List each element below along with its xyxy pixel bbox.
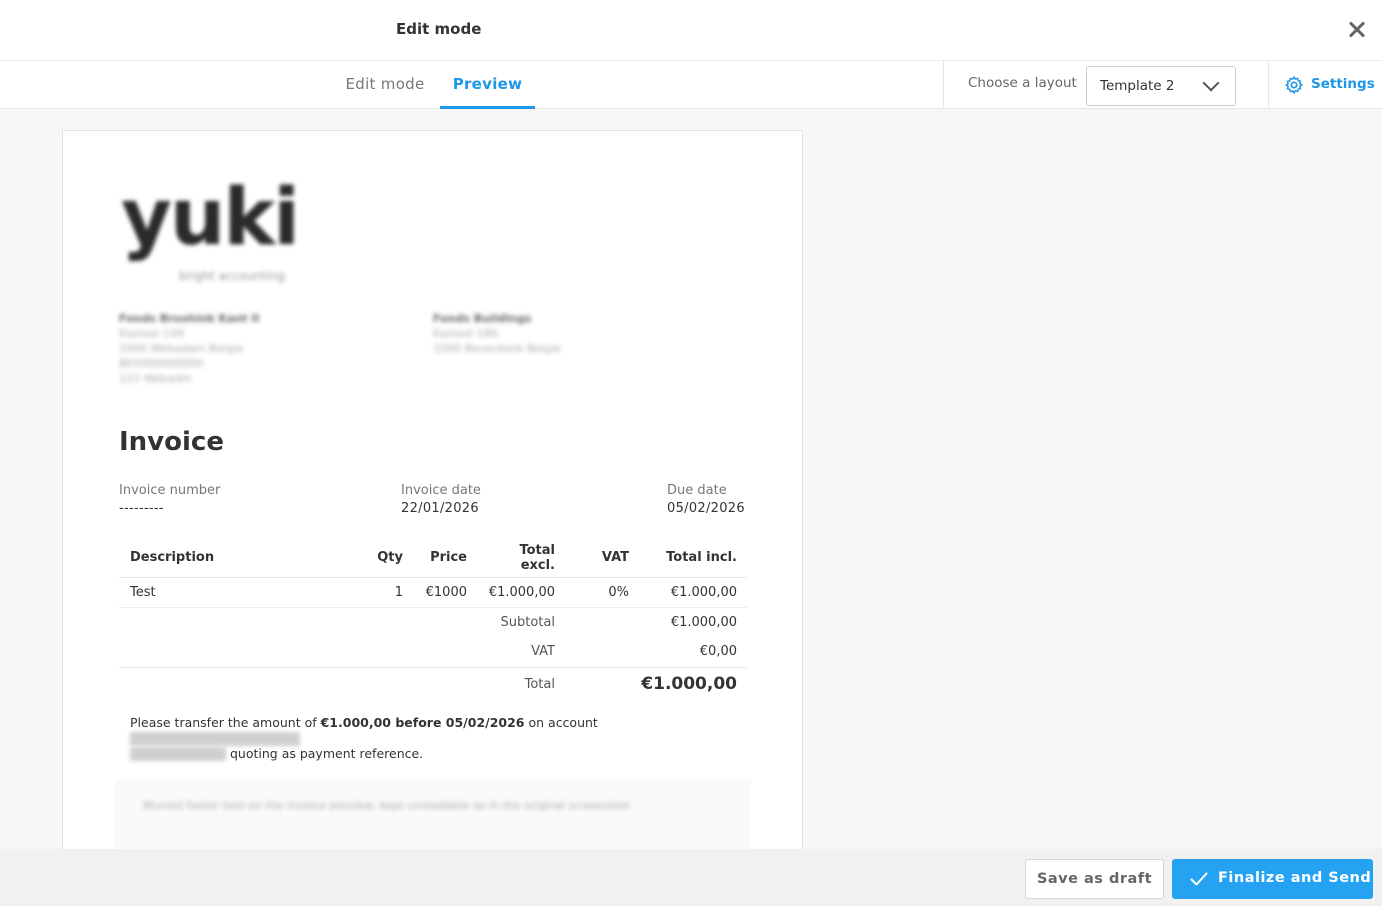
company-logo: yuki bright accounting: [121, 173, 311, 291]
tab-bar: Edit mode Preview Choose a layout Templa…: [0, 61, 1382, 109]
cell-total-incl: €1.000,00: [639, 577, 747, 608]
line-items-table: Description Qty Price Total excl. VAT To…: [119, 539, 747, 701]
redacted-account: [130, 731, 300, 746]
tab-preview[interactable]: Preview: [440, 61, 535, 109]
meta-value: 05/02/2026: [667, 501, 745, 516]
total-row: Total €1.000,00: [119, 667, 747, 701]
redacted-reference: [130, 747, 226, 761]
cell-description: Test: [119, 577, 355, 608]
vat-row: VAT €0,00: [119, 637, 747, 668]
table-row: Test 1 €1000 €1.000,00 0% €1.000,00: [119, 577, 747, 608]
column-header: Total excl.: [477, 539, 565, 578]
action-bar: Save as draft Finalize and Send: [0, 849, 1382, 906]
cell-price: €1000: [413, 577, 477, 608]
divider: [943, 61, 944, 109]
finalize-send-button[interactable]: Finalize and Send: [1172, 859, 1373, 899]
cell-total-excl: €1.000,00: [477, 577, 565, 608]
divider: [1268, 61, 1269, 109]
column-header: VAT: [565, 539, 639, 578]
vat-label: VAT: [119, 637, 565, 668]
meta-label: Invoice number: [119, 483, 221, 498]
check-icon: [1190, 872, 1208, 886]
settings-label: Settings: [1311, 76, 1375, 92]
layout-select-value: Template 2: [1100, 78, 1175, 94]
payment-suffix: quoting as payment reference.: [229, 745, 424, 761]
gear-icon: [1285, 76, 1303, 94]
top-bar: Edit mode: [0, 0, 1382, 61]
invoice-date: Invoice date 22/01/2026: [401, 483, 481, 516]
cell-vat: 0%: [565, 577, 639, 608]
tab-edit-mode[interactable]: Edit mode: [338, 61, 432, 109]
sender-line: 1000 Webadam Belgie: [119, 342, 244, 355]
subtotal-value: €1.000,00: [670, 614, 737, 630]
close-icon[interactable]: [1344, 16, 1370, 42]
meta-value: 22/01/2026: [401, 501, 479, 516]
column-header: Description: [119, 539, 355, 578]
column-header: Price: [413, 539, 477, 578]
sender-address: Fonds Brushink Kant II Kasteel 148 1000 …: [119, 311, 260, 386]
payment-amount-due: €1.000,00 before 05/02/2026: [320, 715, 525, 730]
logo-tagline: bright accounting: [179, 269, 285, 283]
column-header: Qty: [355, 539, 413, 578]
finalize-send-label: Finalize and Send: [1218, 870, 1372, 886]
recipient-line: 1000 Beverdonk Belgie: [433, 342, 562, 355]
subtotal-label: Subtotal: [500, 614, 555, 630]
column-header: Total incl.: [639, 539, 747, 578]
due-date: Due date 05/02/2026: [667, 483, 745, 516]
subtotal-row: Subtotal €1.000,00: [119, 607, 747, 637]
recipient-line: Kasteel 186: [433, 327, 498, 340]
total-label: Total: [524, 676, 555, 692]
cell-qty: 1: [355, 577, 413, 608]
layout-select[interactable]: Template 2: [1086, 66, 1236, 106]
payment-middle: on account: [528, 715, 598, 730]
page-title: Edit mode: [396, 20, 482, 38]
payment-prefix: Please transfer the amount of: [130, 715, 317, 730]
recipient-name: Fonds Buildings: [433, 312, 532, 325]
sender-line: BE0000000000: [119, 357, 204, 370]
layout-label: Choose a layout: [968, 75, 1077, 91]
sender-line: 123 Webadm: [119, 372, 192, 385]
sender-line: Kasteel 148: [119, 327, 184, 340]
meta-label: Due date: [667, 483, 727, 498]
total-value: €1.000,00: [641, 674, 737, 695]
footer-note-text: Blurred footer text on the invoice previ…: [143, 799, 633, 812]
save-draft-button[interactable]: Save as draft: [1025, 859, 1164, 899]
payment-instructions: Please transfer the amount of €1.000,00 …: [130, 715, 740, 761]
recipient-address: Fonds Buildings Kasteel 186 1000 Beverdo…: [433, 311, 561, 356]
sender-name: Fonds Brushink Kant II: [119, 312, 260, 325]
logo-text: yuki: [121, 173, 300, 263]
chevron-down-icon: [1202, 74, 1220, 92]
invoice-preview: yuki bright accounting Fonds Brushink Ka…: [62, 130, 803, 890]
table-header: Description Qty Price Total excl. VAT To…: [119, 539, 747, 578]
meta-label: Invoice date: [401, 483, 481, 498]
meta-value: ---------: [119, 501, 164, 516]
invoice-number: Invoice number ---------: [119, 483, 220, 516]
vat-value: €0,00: [565, 637, 747, 668]
invoice-title: Invoice: [119, 427, 224, 457]
